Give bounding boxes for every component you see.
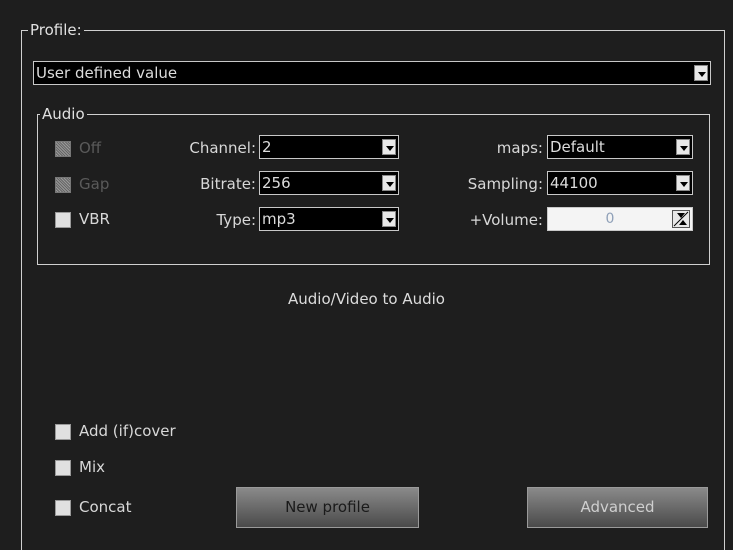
sampling-label: Sampling: — [467, 175, 543, 193]
gap-checkbox[interactable] — [55, 177, 71, 193]
gap-label: Gap — [79, 175, 110, 193]
maps-label: maps: — [496, 139, 543, 157]
type-select[interactable]: mp3 — [259, 207, 399, 231]
audio-group-title: Audio — [40, 105, 87, 123]
add-cover-label: Add (if)cover — [79, 422, 176, 440]
add-cover-checkbox[interactable] — [55, 424, 71, 440]
mix-label: Mix — [79, 458, 105, 476]
chevron-down-icon[interactable] — [382, 139, 396, 155]
profile-select-value: User defined value — [36, 64, 178, 82]
bitrate-select-value: 256 — [262, 174, 291, 192]
channel-label: Channel: — [189, 139, 256, 157]
new-profile-button[interactable]: New profile — [236, 487, 419, 528]
channel-select[interactable]: 2 — [259, 135, 399, 159]
vbr-checkbox[interactable] — [55, 212, 71, 228]
maps-select[interactable]: Default — [547, 135, 693, 159]
bitrate-label: Bitrate: — [200, 175, 256, 193]
bitrate-select[interactable]: 256 — [259, 171, 399, 195]
off-checkbox[interactable] — [55, 141, 71, 157]
vbr-label: VBR — [79, 210, 110, 228]
volume-label: +Volume: — [469, 211, 543, 229]
concat-checkbox[interactable] — [55, 500, 71, 516]
chevron-down-icon[interactable] — [382, 211, 396, 227]
volume-spinbox[interactable]: 0 — [547, 207, 693, 231]
chevron-down-icon[interactable] — [382, 175, 396, 191]
chevron-down-icon[interactable] — [694, 65, 708, 81]
spin-arrows-icon[interactable] — [672, 210, 690, 228]
profile-description: Audio/Video to Audio — [288, 290, 445, 308]
advanced-button[interactable]: Advanced — [527, 487, 708, 528]
profile-group-title: Profile: — [28, 21, 84, 39]
maps-select-value: Default — [550, 138, 605, 156]
volume-value: 0 — [605, 211, 615, 227]
profile-select[interactable]: User defined value — [33, 61, 711, 85]
chevron-down-icon[interactable] — [676, 139, 690, 155]
chevron-down-icon[interactable] — [676, 175, 690, 191]
type-select-value: mp3 — [262, 210, 296, 228]
sampling-select[interactable]: 44100 — [547, 171, 693, 195]
sampling-select-value: 44100 — [550, 174, 598, 192]
off-label: Off — [79, 139, 102, 157]
concat-label: Concat — [79, 498, 132, 516]
channel-select-value: 2 — [262, 138, 272, 156]
type-label: Type: — [216, 211, 256, 229]
mix-checkbox[interactable] — [55, 460, 71, 476]
